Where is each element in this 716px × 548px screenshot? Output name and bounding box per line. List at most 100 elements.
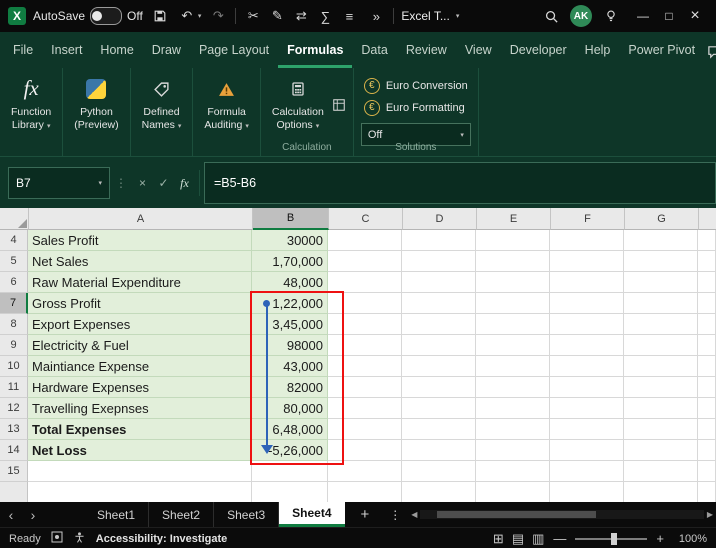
cell-G7[interactable] xyxy=(624,293,698,314)
cell-D15[interactable] xyxy=(402,461,476,482)
sheet-tab-sheet2[interactable]: Sheet2 xyxy=(149,502,215,527)
row-header-7[interactable]: 7 xyxy=(0,293,28,314)
row-header-15[interactable]: 15 xyxy=(0,461,28,482)
cell-B4[interactable]: 30000 xyxy=(252,230,328,251)
cell-D5[interactable] xyxy=(402,251,476,272)
switch-windows-icon[interactable]: ⇄ xyxy=(291,5,311,27)
cell-C6[interactable] xyxy=(328,272,402,293)
cell-C7[interactable] xyxy=(328,293,402,314)
cell-E13[interactable] xyxy=(476,419,550,440)
cell-C12[interactable] xyxy=(328,398,402,419)
sheet-tab-sheet3[interactable]: Sheet3 xyxy=(214,502,280,527)
euro-formatting-button[interactable]: € Euro Formatting xyxy=(361,98,471,117)
sheet-menu-icon[interactable]: ⋮ xyxy=(389,508,401,522)
cell-F9[interactable] xyxy=(550,335,624,356)
row-header-4[interactable]: 4 xyxy=(0,230,28,251)
cell-A5[interactable]: Net Sales xyxy=(28,251,252,272)
cell-B5[interactable]: 1,70,000 xyxy=(252,251,328,272)
cell-C4[interactable] xyxy=(328,230,402,251)
zoom-level[interactable]: 100% xyxy=(673,533,707,545)
cell-E6[interactable] xyxy=(476,272,550,293)
cell-D7[interactable] xyxy=(402,293,476,314)
cell-A10[interactable]: Maintiance Expense xyxy=(28,356,252,377)
cell-B12[interactable]: 80,000 xyxy=(252,398,328,419)
formula-bar-grip[interactable]: ⋮ xyxy=(115,176,127,190)
cell-C10[interactable] xyxy=(328,356,402,377)
cell-D14[interactable] xyxy=(402,440,476,461)
cell-B15[interactable] xyxy=(252,461,328,482)
cell-G[interactable] xyxy=(624,482,698,502)
column-header-F[interactable]: F xyxy=(551,208,625,230)
formula-auditing-button[interactable]: Formula Auditing ▾ xyxy=(200,76,252,131)
scroll-left-icon[interactable]: ◀ xyxy=(411,510,417,519)
cell-A7[interactable]: Gross Profit xyxy=(28,293,252,314)
cell-G4[interactable] xyxy=(624,230,698,251)
cell-D4[interactable] xyxy=(402,230,476,251)
ribbon-tab-home[interactable]: Home xyxy=(91,36,142,68)
calculate-sheet-icon[interactable] xyxy=(332,98,346,117)
save-icon[interactable] xyxy=(150,5,170,27)
cell-G14[interactable] xyxy=(624,440,698,461)
cell-A6[interactable]: Raw Material Expenditure xyxy=(28,272,252,293)
cell-G9[interactable] xyxy=(624,335,698,356)
scroll-right-icon[interactable]: ▶ xyxy=(707,510,713,519)
macro-recording-icon[interactable] xyxy=(51,531,63,546)
cell-G11[interactable] xyxy=(624,377,698,398)
row-header-12[interactable]: 12 xyxy=(0,398,28,419)
accessibility-status[interactable]: Accessibility: Investigate xyxy=(96,533,227,545)
cell-F5[interactable] xyxy=(550,251,624,272)
cell-F12[interactable] xyxy=(550,398,624,419)
ribbon-tab-power-pivot[interactable]: Power Pivot xyxy=(619,36,704,68)
cell-C15[interactable] xyxy=(328,461,402,482)
cell-C8[interactable] xyxy=(328,314,402,335)
scrollbar-thumb[interactable] xyxy=(437,511,597,518)
cell-A15[interactable] xyxy=(28,461,252,482)
row-header-8[interactable]: 8 xyxy=(0,314,28,335)
page-break-view-icon[interactable]: ▥ xyxy=(532,532,544,545)
avatar[interactable]: AK xyxy=(570,5,592,27)
cell-E12[interactable] xyxy=(476,398,550,419)
ribbon-tab-draw[interactable]: Draw xyxy=(143,36,190,68)
cell-D11[interactable] xyxy=(402,377,476,398)
cell-F4[interactable] xyxy=(550,230,624,251)
calculation-options-button[interactable]: Calculation Options ▾ xyxy=(268,76,328,131)
cell-C13[interactable] xyxy=(328,419,402,440)
row-header-[interactable] xyxy=(0,482,28,502)
ribbon-tab-formulas[interactable]: Formulas xyxy=(278,36,353,68)
cell-F[interactable] xyxy=(550,482,624,502)
cell-D12[interactable] xyxy=(402,398,476,419)
cell-F15[interactable] xyxy=(550,461,624,482)
cell-G5[interactable] xyxy=(624,251,698,272)
cell-A4[interactable]: Sales Profit xyxy=(28,230,252,251)
cell-D13[interactable] xyxy=(402,419,476,440)
zoom-slider[interactable] xyxy=(575,532,648,545)
cell-C11[interactable] xyxy=(328,377,402,398)
ribbon-tab-insert[interactable]: Insert xyxy=(42,36,91,68)
defined-names-button[interactable]: Defined Names ▾ xyxy=(138,76,186,131)
cell-G10[interactable] xyxy=(624,356,698,377)
name-box[interactable]: B7 ▾ xyxy=(8,167,110,199)
python-button[interactable]: Python (Preview) xyxy=(70,76,122,131)
row-header-9[interactable]: 9 xyxy=(0,335,28,356)
euro-conversion-button[interactable]: € Euro Conversion xyxy=(361,76,471,95)
cell-F8[interactable] xyxy=(550,314,624,335)
cell-E8[interactable] xyxy=(476,314,550,335)
minimize-button[interactable]: — xyxy=(630,0,656,32)
search-icon[interactable] xyxy=(541,5,561,27)
row-header-13[interactable]: 13 xyxy=(0,419,28,440)
cell-C9[interactable] xyxy=(328,335,402,356)
cell-E10[interactable] xyxy=(476,356,550,377)
column-header-B[interactable]: B xyxy=(253,208,329,230)
cell-D8[interactable] xyxy=(402,314,476,335)
maximize-button[interactable]: □ xyxy=(656,0,682,32)
lightbulb-icon[interactable] xyxy=(601,5,621,27)
function-library-button[interactable]: fx Function Library ▾ xyxy=(7,76,55,131)
cell-C5[interactable] xyxy=(328,251,402,272)
cell-D[interactable] xyxy=(402,482,476,502)
cell-E15[interactable] xyxy=(476,461,550,482)
workbook-title[interactable]: Excel T... ▾ xyxy=(401,9,459,23)
row-header-11[interactable]: 11 xyxy=(0,377,28,398)
autosum-icon[interactable]: ∑ xyxy=(315,5,335,27)
cell-B8[interactable]: 3,45,000 xyxy=(252,314,328,335)
cell-E[interactable] xyxy=(476,482,550,502)
